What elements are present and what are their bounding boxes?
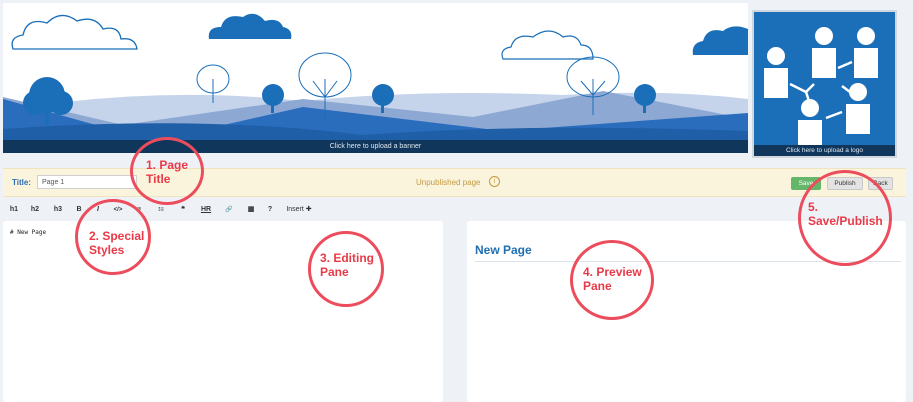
heading1-button[interactable]: h1 xyxy=(7,203,21,217)
callout-page-title-text: 1. Page Title xyxy=(146,158,189,186)
link-icon[interactable]: 🔗 xyxy=(223,203,235,217)
logo-upload-area[interactable]: Click here to upload a logo xyxy=(752,10,897,158)
callout-editing-pane-text: 3. Editing Pane xyxy=(320,251,374,279)
quote-icon[interactable]: ❝ xyxy=(177,203,189,217)
logo-upload-label[interactable]: Click here to upload a logo xyxy=(754,145,895,156)
banner-illustration xyxy=(3,3,748,153)
horizontal-rule-button[interactable]: HR xyxy=(198,203,214,217)
banner-upload-label[interactable]: Click here to upload a banner xyxy=(3,140,748,153)
heading3-button[interactable]: h3 xyxy=(51,203,65,217)
insert-button[interactable]: Insert ✚ xyxy=(283,203,315,217)
banner-upload-area[interactable]: Click here to upload a banner xyxy=(3,3,748,153)
callout-special-styles-text: 2. Special Styles xyxy=(89,229,145,257)
table-icon[interactable]: ▦ xyxy=(245,203,257,217)
help-button[interactable]: ? xyxy=(265,203,275,217)
page-title-input[interactable] xyxy=(37,175,137,189)
callout-preview-pane-text: 4. Preview Pane xyxy=(583,265,642,293)
markdown-text[interactable]: # New Page xyxy=(10,229,46,236)
people-network-icon xyxy=(754,12,895,156)
title-label: Title: xyxy=(12,178,31,187)
info-icon[interactable]: i xyxy=(489,176,500,187)
publish-status-text: Unpublished page xyxy=(416,178,481,187)
callout-save-publish-text: 5. Save/Publish xyxy=(808,200,883,228)
preview-heading: New Page xyxy=(475,243,532,257)
numbered-list-icon[interactable]: ⁝≡ xyxy=(155,203,167,217)
heading2-button[interactable]: h2 xyxy=(28,203,42,217)
